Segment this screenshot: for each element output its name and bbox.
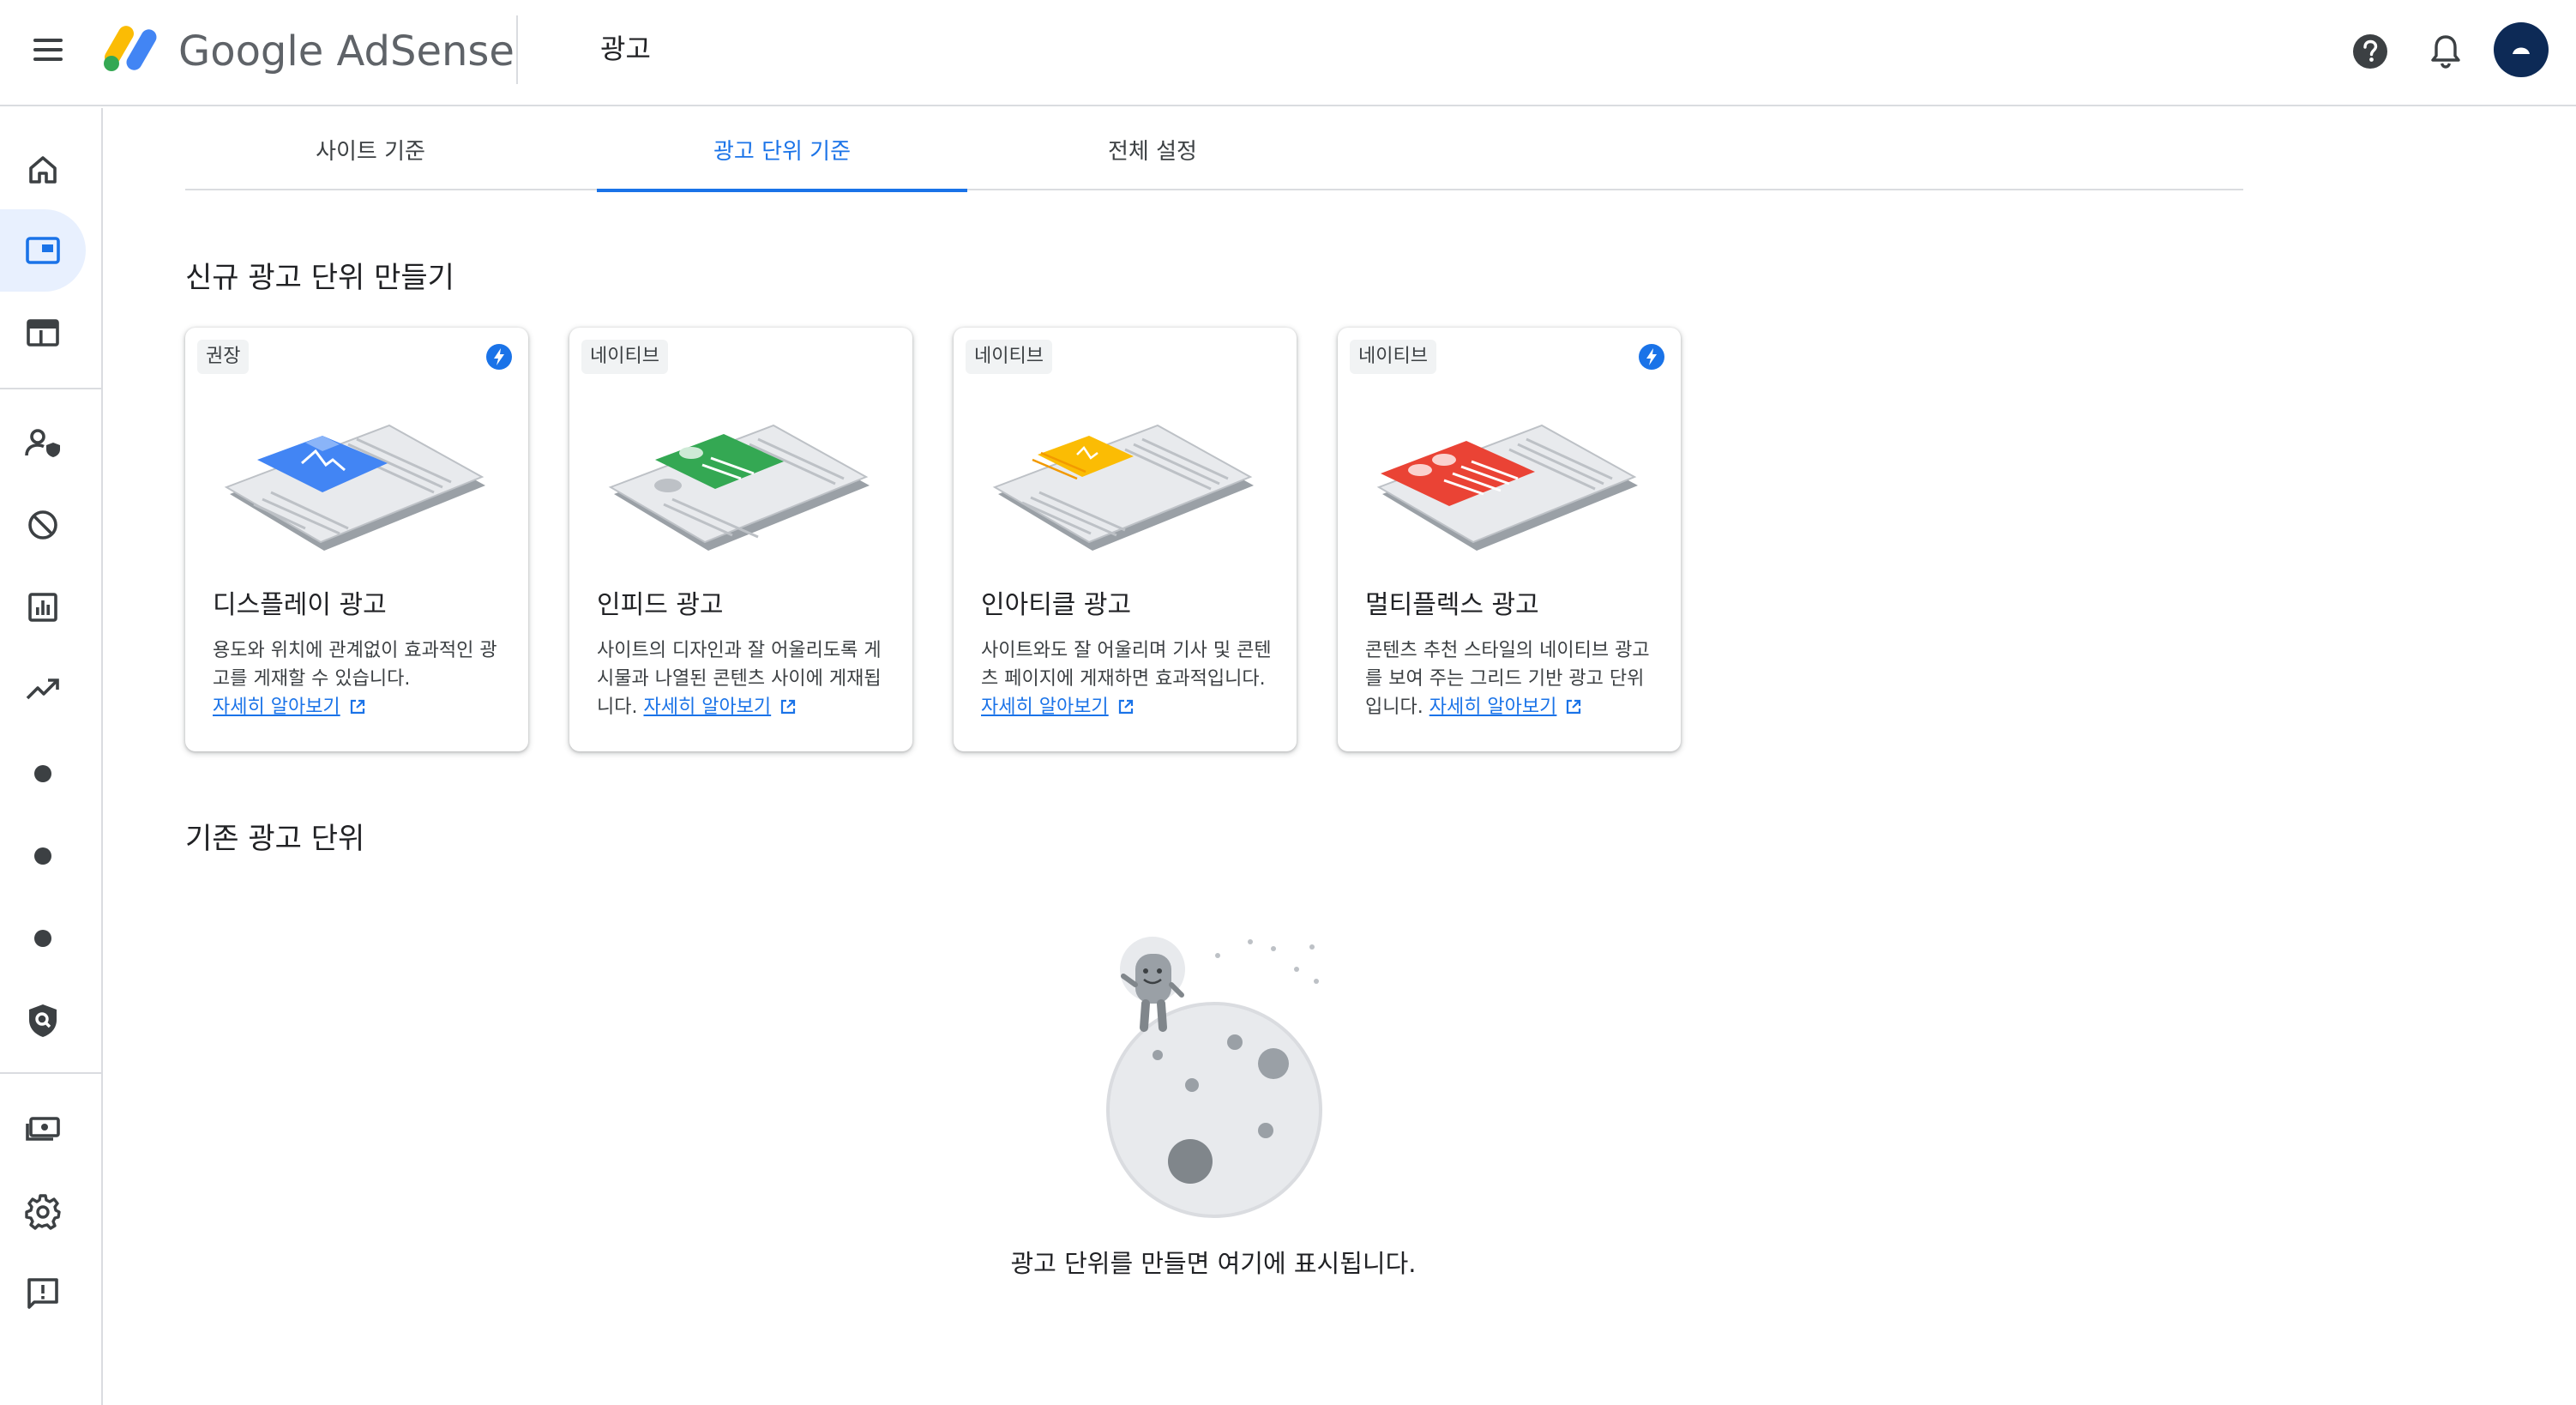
tab-by-ad-unit[interactable]: 광고 단위 기준 bbox=[597, 108, 967, 192]
sites-icon bbox=[27, 319, 59, 347]
multiplex-ad-illustration bbox=[1376, 424, 1638, 551]
nav-feedback[interactable] bbox=[0, 1252, 86, 1335]
existing-ad-units-heading: 기존 광고 단위 bbox=[185, 822, 365, 856]
card-title: 디스플레이 광고 bbox=[213, 590, 387, 620]
dot-icon bbox=[34, 765, 51, 782]
empty-state-message: 광고 단위를 만들면 여기에 표시됩니다. bbox=[1010, 1249, 1417, 1278]
nav-divider bbox=[0, 1072, 101, 1074]
nav-sites[interactable] bbox=[0, 292, 86, 374]
multiplex-ad-card[interactable]: 네이티브 멀티플렉스 광고 콘텐츠 추천 스타일의 네이티브 광고를 보여 주는… bbox=[1338, 328, 1681, 751]
home-icon bbox=[29, 156, 57, 184]
privacy-messaging-icon bbox=[25, 429, 60, 457]
in-article-ad-illustration bbox=[992, 424, 1254, 551]
blocking-controls-icon bbox=[28, 510, 57, 540]
recommended-badge: 권장 bbox=[197, 340, 250, 374]
in-article-ad-card[interactable]: 네이티브 인아티클 광고 사이트와도 잘 어울리며 기사 및 콘텐츠 페이지에 … bbox=[954, 328, 1297, 751]
nav-privacy-messaging[interactable] bbox=[0, 401, 86, 484]
avatar-glyph-icon bbox=[2513, 47, 2530, 54]
payments-icon bbox=[26, 1117, 60, 1141]
adsense-logo-icon[interactable] bbox=[99, 19, 165, 75]
learn-more-link[interactable]: 자세히 알아보기 bbox=[213, 696, 340, 718]
card-description-text: 사이트와도 잘 어울리며 기사 및 콘텐츠 페이지에 게재하면 효과적입니다. bbox=[981, 640, 1272, 690]
help-icon[interactable] bbox=[2346, 27, 2394, 75]
nav-home[interactable] bbox=[0, 129, 86, 211]
native-badge: 네이티브 bbox=[966, 340, 1052, 374]
optimization-icon bbox=[26, 678, 59, 700]
menu-icon-bar bbox=[33, 39, 63, 42]
nav-optimization[interactable] bbox=[0, 648, 86, 731]
in-feed-ad-card[interactable]: 네이티브 인피드 광고 사이트의 디자인과 잘 어울리도록 게시물과 나열된 콘… bbox=[569, 328, 912, 751]
nav-blocking-controls[interactable] bbox=[0, 484, 86, 566]
learn-more-link[interactable]: 자세히 알아보기 bbox=[981, 696, 1109, 718]
in-feed-ad-illustration bbox=[608, 424, 870, 551]
display-ad-illustration bbox=[224, 424, 485, 551]
nav-settings[interactable] bbox=[0, 1170, 86, 1252]
top-app-bar: Google AdSense 광고 bbox=[0, 0, 2576, 106]
card-description: 사이트의 디자인과 잘 어울리도록 게시물과 나열된 콘텐츠 사이에 게재됩니다… bbox=[597, 636, 892, 721]
tab-global-settings[interactable]: 전체 설정 bbox=[967, 108, 1338, 190]
card-description: 콘텐츠 추천 스타일의 네이티브 광고를 보여 주는 그리드 기반 광고 단위입… bbox=[1365, 636, 1660, 721]
main-menu-button[interactable] bbox=[21, 22, 75, 77]
card-description: 용도와 위치에 관계없이 효과적인 광고를 게재할 수 있습니다. 자세히 알아… bbox=[213, 636, 508, 721]
new-ad-unit-heading: 신규 광고 단위 만들기 bbox=[185, 261, 454, 295]
menu-icon-bar bbox=[33, 48, 63, 51]
auto-optimize-bolt-icon bbox=[1639, 344, 1664, 370]
external-link-icon bbox=[350, 699, 364, 715]
external-link-icon bbox=[781, 699, 796, 715]
account-avatar[interactable] bbox=[2494, 22, 2549, 77]
reports-icon bbox=[28, 593, 57, 622]
astronaut-moon-illustration bbox=[1106, 937, 1322, 1218]
card-description: 사이트와도 잘 어울리며 기사 및 콘텐츠 페이지에 게재하면 효과적입니다. … bbox=[981, 636, 1276, 721]
ads-icon bbox=[26, 237, 60, 264]
display-ad-card[interactable]: 권장 디스플레이 광고 용도와 위치에 관계없이 효과적인 광고를 게재할 수 … bbox=[185, 328, 528, 751]
ads-tab-bar: 사이트 기준 광고 단위 기준 전체 설정 bbox=[185, 108, 2243, 192]
card-title: 멀티플렉스 광고 bbox=[1365, 590, 1539, 620]
native-badge: 네이티브 bbox=[581, 340, 668, 374]
native-badge: 네이티브 bbox=[1350, 340, 1436, 374]
card-description-text: 용도와 위치에 관계없이 효과적인 광고를 게재할 수 있습니다. bbox=[213, 640, 497, 690]
learn-more-link[interactable]: 자세히 알아보기 bbox=[1429, 696, 1557, 718]
nav-item-collapsed[interactable] bbox=[0, 897, 86, 980]
learn-more-link[interactable]: 자세히 알아보기 bbox=[643, 696, 771, 718]
tab-by-site[interactable]: 사이트 기준 bbox=[185, 108, 556, 190]
menu-icon-bar bbox=[33, 57, 63, 61]
auto-optimize-bolt-icon bbox=[486, 344, 512, 370]
nav-payments[interactable] bbox=[0, 1088, 86, 1170]
header-divider bbox=[516, 15, 518, 84]
brand-name[interactable]: Google AdSense bbox=[178, 24, 515, 79]
external-link-icon bbox=[1118, 699, 1133, 715]
external-link-icon bbox=[1567, 699, 1581, 715]
nav-reports[interactable] bbox=[0, 566, 86, 648]
settings-icon bbox=[25, 1194, 61, 1230]
policy-center-icon bbox=[29, 1004, 57, 1037]
card-title: 인아티클 광고 bbox=[981, 590, 1132, 620]
nav-ads[interactable] bbox=[0, 209, 86, 292]
card-title: 인피드 광고 bbox=[597, 590, 724, 620]
dot-icon bbox=[34, 847, 51, 865]
feedback-icon bbox=[27, 1278, 58, 1309]
side-navigation bbox=[0, 108, 103, 1405]
nav-item-collapsed[interactable] bbox=[0, 815, 86, 897]
notifications-bell-icon[interactable] bbox=[2422, 27, 2470, 75]
dot-icon bbox=[34, 930, 51, 947]
nav-divider bbox=[0, 388, 101, 389]
nav-item-collapsed[interactable] bbox=[0, 733, 86, 815]
nav-policy-center[interactable] bbox=[0, 980, 86, 1062]
page-title: 광고 bbox=[600, 33, 651, 65]
